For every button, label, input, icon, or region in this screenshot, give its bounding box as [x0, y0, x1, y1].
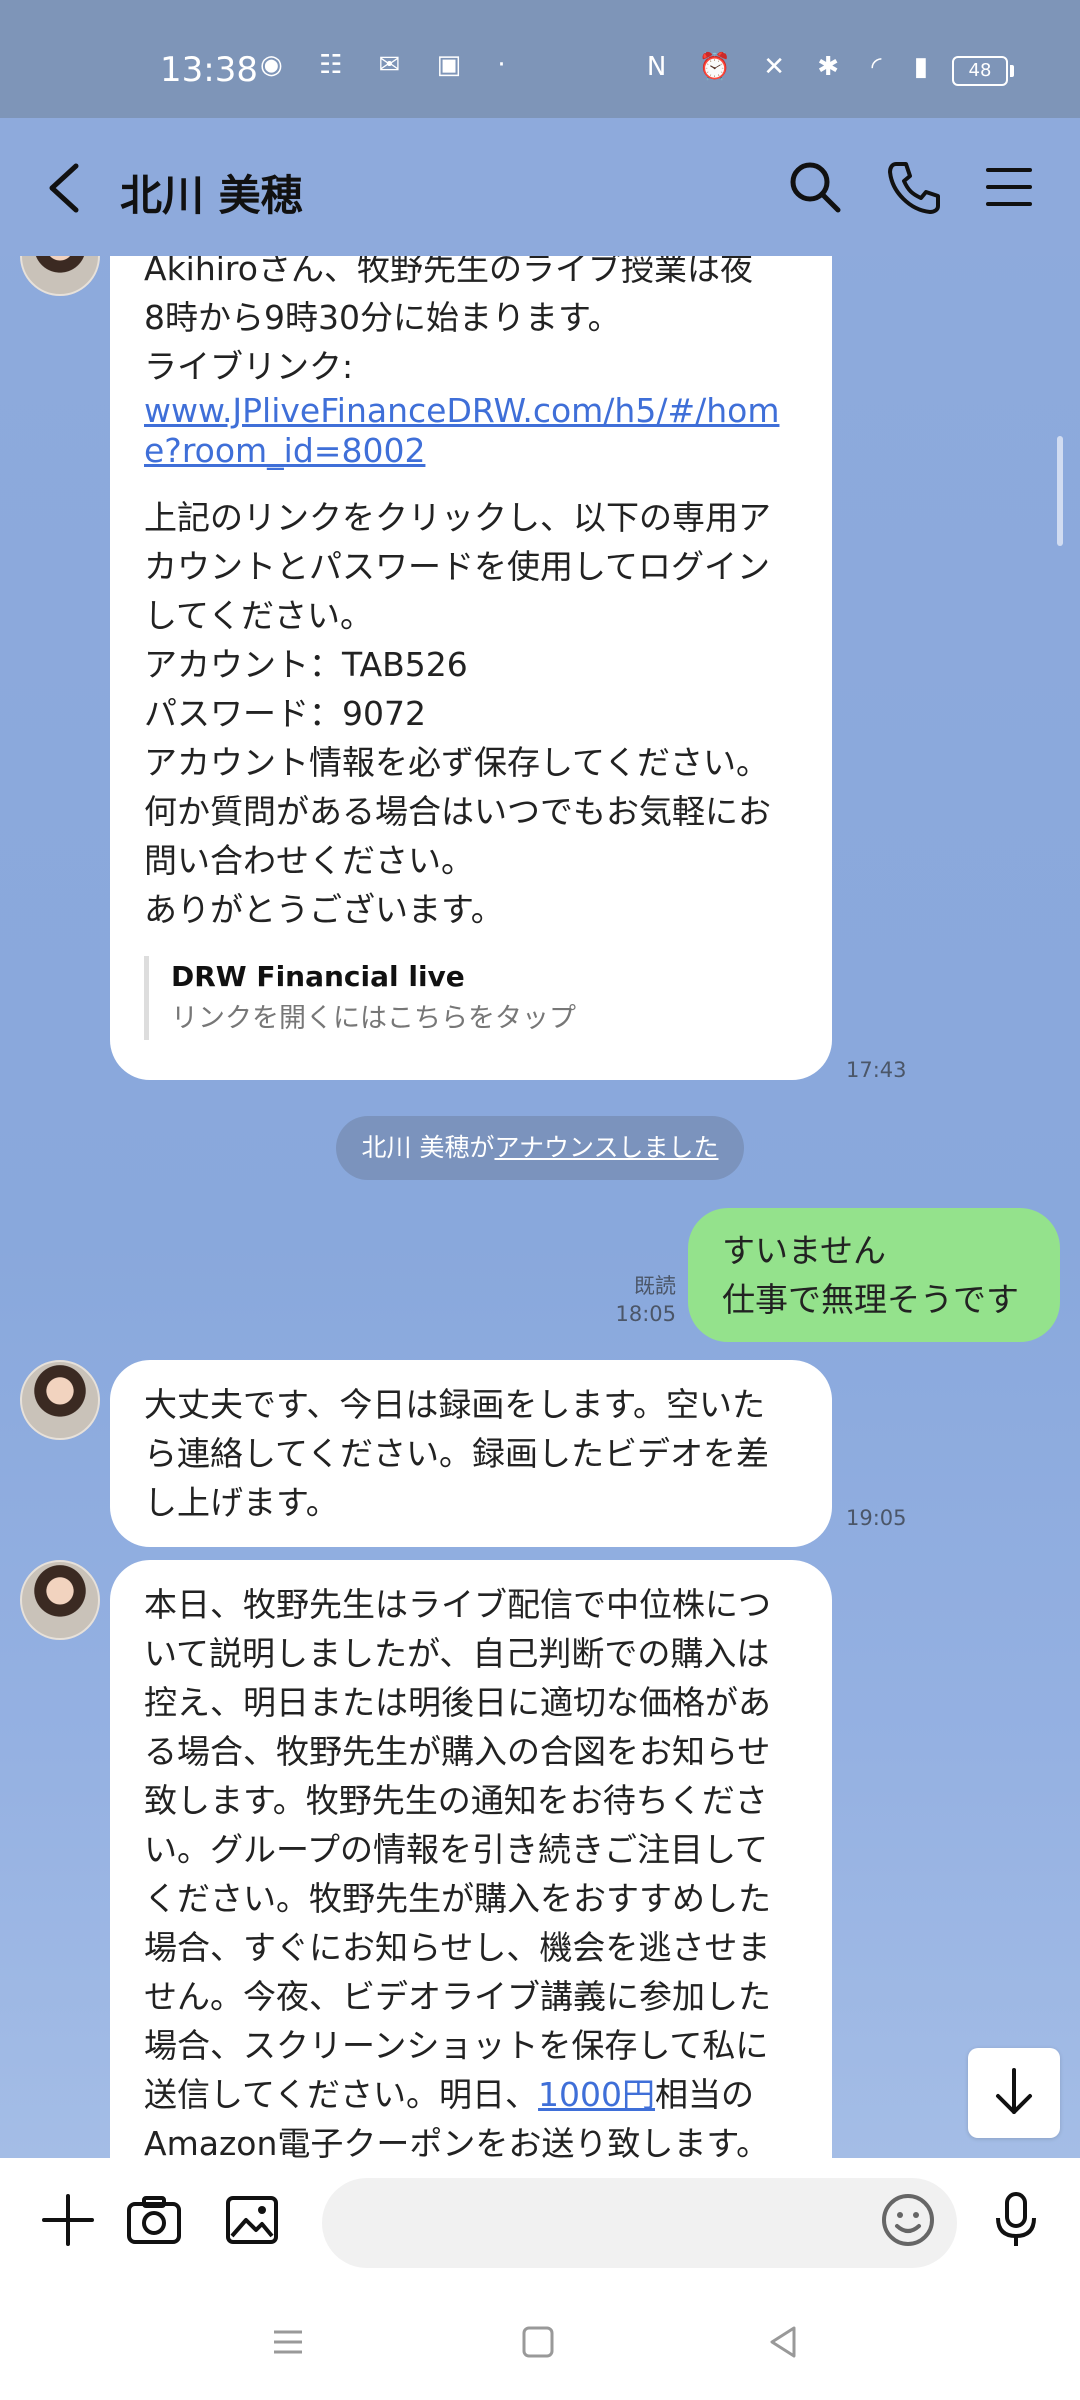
- link-preview-subtitle: リンクを開くにはこちらをタップ: [171, 1003, 576, 1034]
- message-time: 19:05: [846, 1506, 907, 1530]
- message-text: 8時から9時30分に始まります。: [144, 298, 621, 337]
- notification-icons: ◉ ☷ ✉ ▣ ·: [260, 50, 520, 80]
- message-bubble-incoming[interactable]: 本日、牧野先生はライブ配信で中位株について説明しましたが、自己判断での購入は控え…: [110, 1560, 832, 2158]
- message-bubble-incoming[interactable]: Akihiroさん、牧野先生のライブ授業は夜 8時から9時30分に始まります。 …: [110, 256, 832, 1080]
- back-arrow-icon[interactable]: [40, 158, 90, 218]
- system-navigation-bar: [0, 2284, 1080, 2400]
- avatar[interactable]: [20, 256, 100, 296]
- phone-icon[interactable]: [882, 156, 944, 218]
- account-text: アカウント：TAB526: [144, 645, 468, 684]
- menu-icon[interactable]: [978, 156, 1040, 218]
- arrow-down-icon: [996, 2068, 1032, 2114]
- input-bar: [0, 2158, 1080, 2284]
- plus-icon[interactable]: [38, 2190, 98, 2250]
- message-time: 17:43: [846, 1058, 907, 1082]
- system-status-icons: N ⏰ ✕ ✱ ◜ ▮: [646, 52, 940, 82]
- announce-name: 北川 美穂が: [361, 1133, 495, 1162]
- message-list[interactable]: Akihiroさん、牧野先生のライブ授業は夜 8時から9時30分に始まります。 …: [0, 256, 1080, 2158]
- live-link[interactable]: www.JPliveFinanceDRW.com/h5/#/home?room_…: [144, 391, 798, 471]
- announcement-notice[interactable]: 北川 美穂がアナウンスしました: [336, 1116, 744, 1180]
- emoji-icon[interactable]: [878, 2190, 938, 2250]
- chat-header: 北川 美穂: [0, 118, 1080, 256]
- message-text: ライブリンク:: [144, 347, 354, 386]
- coupon-link[interactable]: 1000円: [538, 2075, 655, 2114]
- scroll-to-bottom-button[interactable]: [968, 2048, 1060, 2138]
- microphone-icon[interactable]: [986, 2190, 1046, 2250]
- message-text: アカウント情報を必ず保存してください。何か質問がある場合はいつでもお気軽にお問い…: [144, 743, 771, 880]
- message-text: 本日、牧野先生はライブ配信で中位株について説明しましたが、自己判断での購入は控え…: [144, 1585, 771, 2114]
- back-nav-icon[interactable]: [760, 2318, 808, 2366]
- message-text: Akihiroさん、牧野先生のライブ授業は夜: [144, 256, 753, 288]
- password-text: パスワード：9072: [144, 694, 426, 733]
- message-bubble-outgoing[interactable]: すいません 仕事で無理そうです: [688, 1208, 1060, 1342]
- status-bar: 13:38 ◉ ☷ ✉ ▣ · N ⏰ ✕ ✱ ◜ ▮ 48: [0, 0, 1080, 118]
- message-text: すいません: [722, 1231, 887, 1270]
- home-icon[interactable]: [514, 2318, 562, 2366]
- avatar[interactable]: [20, 1560, 100, 1640]
- announce-link[interactable]: アナウンスしました: [494, 1133, 718, 1162]
- image-icon[interactable]: [222, 2190, 282, 2250]
- status-time: 13:38: [160, 50, 258, 90]
- battery-icon: 48: [952, 56, 1014, 86]
- message-text: 上記のリンクをクリックし、以下の専用アカウントとパスワードを使用してログインして…: [144, 498, 771, 635]
- chat-title: 北川 美穂: [120, 171, 303, 220]
- message-bubble-incoming[interactable]: 大丈夫です、今日は録画をします。空いたら連絡してください。録画したビデオを差し上…: [110, 1360, 832, 1547]
- message-text: 大丈夫です、今日は録画をします。空いたら連絡してください。録画したビデオを差し上…: [144, 1385, 770, 1522]
- search-icon[interactable]: [784, 156, 846, 218]
- avatar[interactable]: [20, 1360, 100, 1440]
- message-text: ありがとうございます。: [144, 890, 504, 929]
- message-time: 18:05: [615, 1302, 676, 1326]
- link-preview-card[interactable]: DRW Financial live リンクを開くにはこちらをタップ: [144, 956, 798, 1040]
- scrollbar[interactable]: [1057, 436, 1063, 546]
- message-text: 仕事で無理そうです: [722, 1280, 1019, 1319]
- message-input[interactable]: [322, 2178, 957, 2268]
- camera-icon[interactable]: [124, 2190, 184, 2250]
- recent-apps-icon[interactable]: [264, 2318, 312, 2366]
- link-preview-title: DRW Financial live: [171, 960, 465, 993]
- read-receipt: 既読: [634, 1274, 676, 1298]
